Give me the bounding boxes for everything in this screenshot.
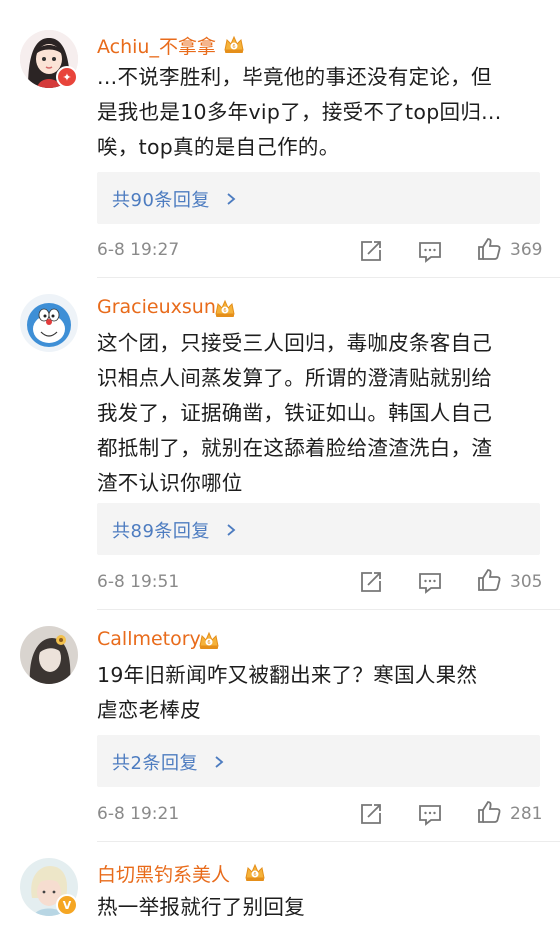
vip-crown-icon: 6: [245, 863, 265, 881]
comment-time: 6-8 19:21: [97, 804, 180, 824]
comment-item: Callmetory 6 19年旧新闻咋又被翻出来了？寒国人果然 虐恋老棒皮 共…: [0, 610, 560, 842]
replies-box[interactable]: 共90条回复: [97, 172, 540, 224]
comment-item: Gracieuxsun 6 这个团，只接受三人回归，毒咖皮条客自己 识相点人间蒸…: [0, 278, 560, 610]
repost-icon[interactable]: [358, 569, 384, 595]
like-count: 305: [510, 572, 543, 592]
comment-time: 6-8 19:51: [97, 572, 180, 592]
comment-line: 热一举报就行了别回复: [97, 895, 305, 919]
svg-text:6: 6: [223, 308, 226, 314]
comment-line: 识相点人间蒸发算了。所谓的澄清贴就别给: [97, 366, 493, 390]
replies-count-label: 共89条回复: [112, 521, 210, 542]
vip-crown-icon: 6: [224, 35, 244, 53]
comment-line: 19年旧新闻咋又被翻出来了？寒国人果然: [97, 663, 478, 687]
vip-crown-icon: 6: [199, 631, 219, 649]
view-replies-link[interactable]: 共89条回复: [112, 517, 236, 543]
comment-line: 虐恋老棒皮: [97, 698, 201, 722]
chevron-right-icon: [227, 193, 236, 205]
comment-time: 6-8 19:27: [97, 240, 180, 260]
verified-v-badge-icon: V: [56, 894, 78, 916]
view-replies-link[interactable]: 共2条回复: [112, 749, 224, 775]
like-count: 369: [510, 240, 543, 260]
comment-line: 渣不认识你哪位: [97, 471, 243, 495]
chevron-right-icon: [227, 524, 236, 536]
comment-item: ✦ Achiu_不拿拿 6 ...不说李胜利，毕竟他的事还没有定论，但 是我也是…: [0, 0, 560, 278]
username[interactable]: 白切黑钓系美人: [97, 860, 230, 887]
svg-text:6: 6: [207, 640, 210, 646]
username[interactable]: Achiu_不拿拿: [97, 32, 216, 59]
comment-line: 都抵制了，就别在这舔着脸给渣渣洗白，渣: [97, 436, 493, 460]
comment-icon[interactable]: [417, 569, 443, 595]
comment-text: 这个团，只接受三人回归，毒咖皮条客自己 识相点人间蒸发算了。所谓的澄清贴就别给 …: [97, 326, 542, 501]
svg-text:6: 6: [253, 872, 256, 878]
avatar-doraemon-icon: [20, 294, 78, 352]
username[interactable]: Gracieuxsun: [97, 296, 216, 318]
avatar[interactable]: [20, 626, 78, 684]
like-icon[interactable]: [476, 799, 502, 825]
comment-text: ...不说李胜利，毕竟他的事还没有定论，但 是我也是10多年vip了，接受不了t…: [97, 60, 542, 165]
replies-count-label: 共90条回复: [112, 190, 210, 211]
comment-line: 我发了，证据确凿，铁证如山。韩国人自己: [97, 401, 493, 425]
comment-line: ...不说李胜利，毕竟他的事还没有定论，但: [97, 65, 492, 89]
like-count: 281: [510, 804, 543, 824]
comment-text: 热一举报就行了别回复: [97, 890, 542, 925]
comment-item: V 白切黑钓系美人 6 热一举报就行了别回复: [0, 842, 560, 935]
comment-line: 这个团，只接受三人回归，毒咖皮条客自己: [97, 331, 493, 355]
flame-badge-icon: ✦: [56, 66, 78, 88]
comment-text: 19年旧新闻咋又被翻出来了？寒国人果然 虐恋老棒皮: [97, 658, 542, 728]
chevron-right-icon: [215, 756, 224, 768]
vip-crown-icon: 6: [215, 299, 235, 317]
replies-box[interactable]: 共2条回复: [97, 735, 540, 787]
username[interactable]: Callmetory: [97, 628, 201, 650]
svg-text:6: 6: [232, 44, 235, 50]
like-icon[interactable]: [476, 567, 502, 593]
like-icon[interactable]: [476, 236, 502, 262]
view-replies-link[interactable]: 共90条回复: [112, 186, 236, 212]
repost-icon[interactable]: [358, 238, 384, 264]
replies-count-label: 共2条回复: [112, 753, 198, 774]
avatar-photo-icon: [20, 626, 78, 684]
comment-line: 是我也是10多年vip了，接受不了top回归...: [97, 100, 502, 124]
comment-icon[interactable]: [417, 238, 443, 264]
avatar[interactable]: [20, 294, 78, 352]
comment-line: 唉，top真的是自己作的。: [97, 135, 340, 159]
comment-icon[interactable]: [417, 801, 443, 827]
replies-box[interactable]: 共89条回复: [97, 503, 540, 555]
repost-icon[interactable]: [358, 801, 384, 827]
